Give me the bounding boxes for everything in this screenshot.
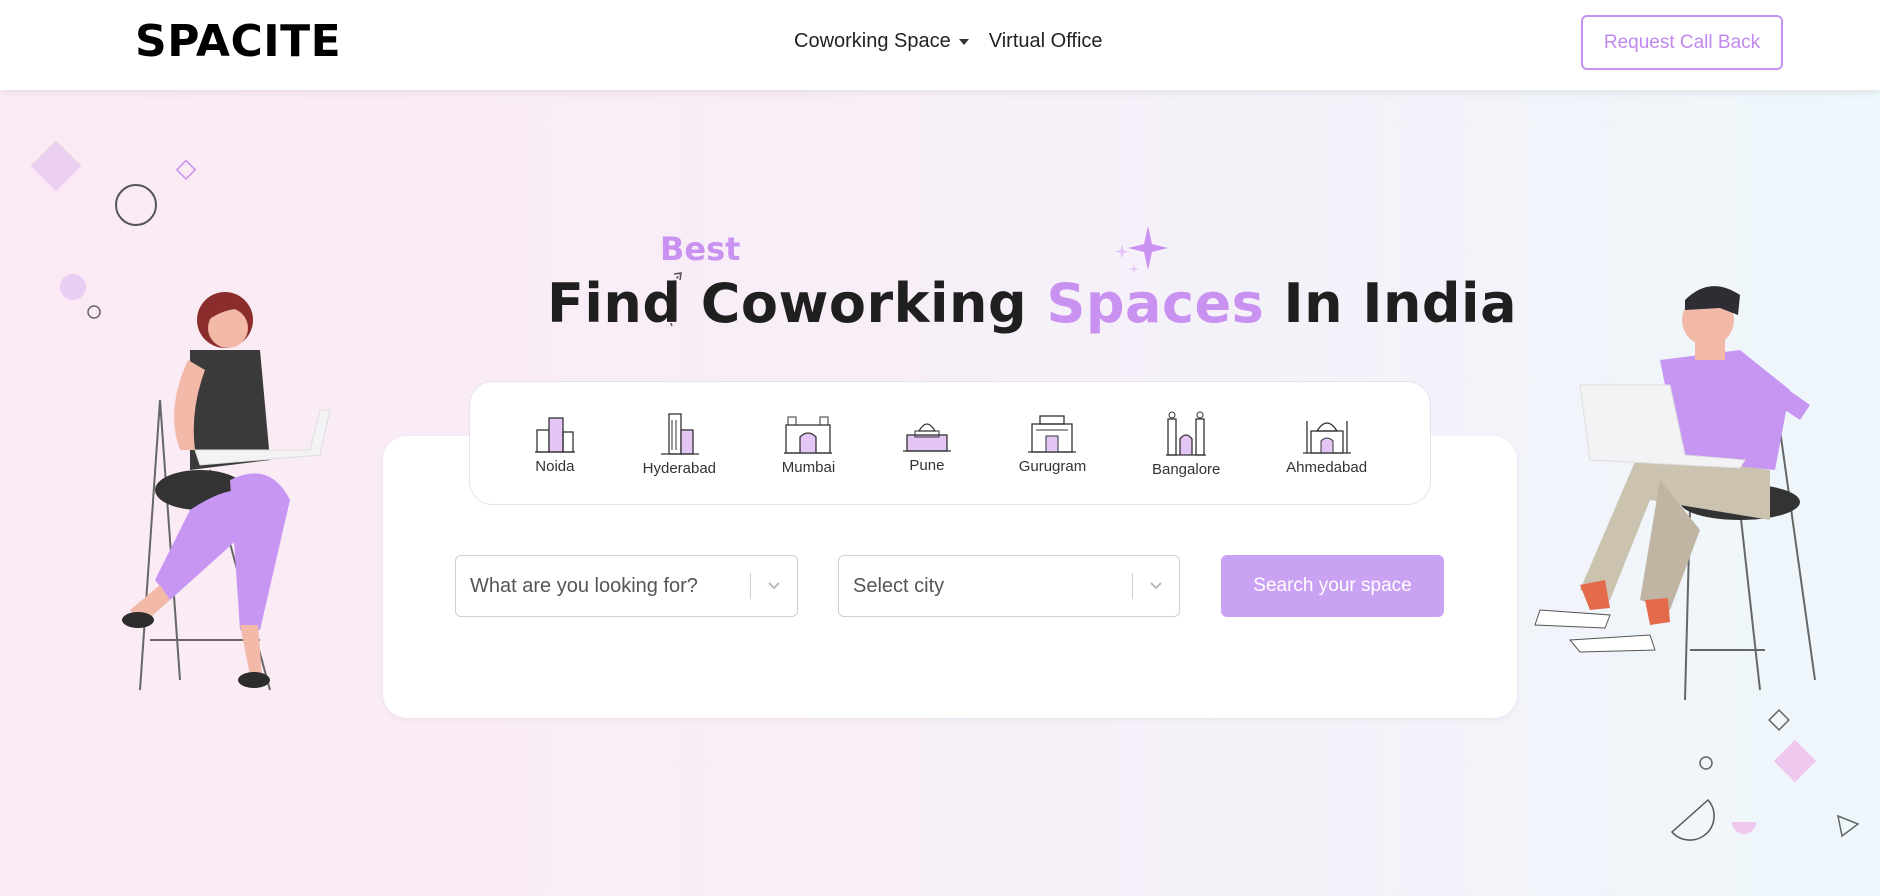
city-label: Noida <box>535 457 575 475</box>
city-label: Gurugram <box>1018 457 1087 475</box>
site-header: SPACITE Coworking Space Virtual Office R… <box>0 0 1880 90</box>
city-label: Ahmedabad <box>1286 458 1368 476</box>
hyderabad-tower-icon <box>661 412 700 455</box>
hero-title-part2: In India <box>1264 272 1518 335</box>
hero-title-part1: Find Coworking <box>547 272 1047 335</box>
nav-virtual-office[interactable]: Virtual Office <box>989 30 1103 53</box>
logo[interactable]: SPACITE <box>135 16 341 67</box>
noida-building-icon <box>534 416 575 453</box>
space-type-placeholder: What are you looking for? <box>470 574 698 597</box>
nav-virtual-office-label: Virtual Office <box>988 30 1103 52</box>
city-label: Hyderabad <box>642 459 717 477</box>
city-pune[interactable]: Pune <box>901 413 953 474</box>
city-gurugram[interactable]: Gurugram <box>1018 412 1087 475</box>
request-call-back-button[interactable]: Request Call Back <box>1581 15 1783 70</box>
chevron-down-icon <box>958 38 969 45</box>
city-select[interactable]: Select city <box>838 555 1180 617</box>
chevron-down-icon[interactable] <box>1133 581 1179 591</box>
woman-with-laptop-illustration <box>122 292 331 691</box>
main-nav: Coworking Space Virtual Office <box>794 30 1103 53</box>
city-select-placeholder: Select city <box>853 574 945 597</box>
city-label: Pune <box>909 456 945 474</box>
nav-coworking-space-label: Coworking Space <box>794 30 951 52</box>
city-bangalore[interactable]: Bangalore <box>1152 409 1220 478</box>
city-label: Bangalore <box>1151 460 1221 478</box>
city-selector: Noida Hyderabad Mumbai Pune Gurugram Ban… <box>469 381 1431 505</box>
bangalore-palace-icon <box>1166 411 1207 456</box>
city-ahmedabad[interactable]: Ahmedabad <box>1286 411 1367 476</box>
nav-coworking-space[interactable]: Coworking Space <box>794 30 969 53</box>
hero-best-label: Best <box>660 230 741 268</box>
chevron-down-icon[interactable] <box>751 581 797 591</box>
ahmedabad-mosque-icon <box>1302 420 1351 454</box>
pune-monument-icon <box>902 422 951 452</box>
city-hyderabad[interactable]: Hyderabad <box>643 410 716 477</box>
gurugram-building-icon <box>1028 414 1077 453</box>
man-with-laptop-illustration <box>1534 286 1816 701</box>
decorative-shapes-right <box>1670 709 1860 841</box>
search-your-space-button[interactable]: Search your space <box>1221 555 1444 617</box>
hero-title: Find Coworking Spaces In India <box>547 272 1517 335</box>
city-label: Mumbai <box>781 458 836 476</box>
space-type-select[interactable]: What are you looking for? <box>455 555 798 617</box>
mumbai-gateway-icon <box>784 416 833 454</box>
sparkle-icon <box>1115 226 1168 274</box>
city-mumbai[interactable]: Mumbai <box>782 411 835 476</box>
city-noida[interactable]: Noida <box>533 412 577 475</box>
